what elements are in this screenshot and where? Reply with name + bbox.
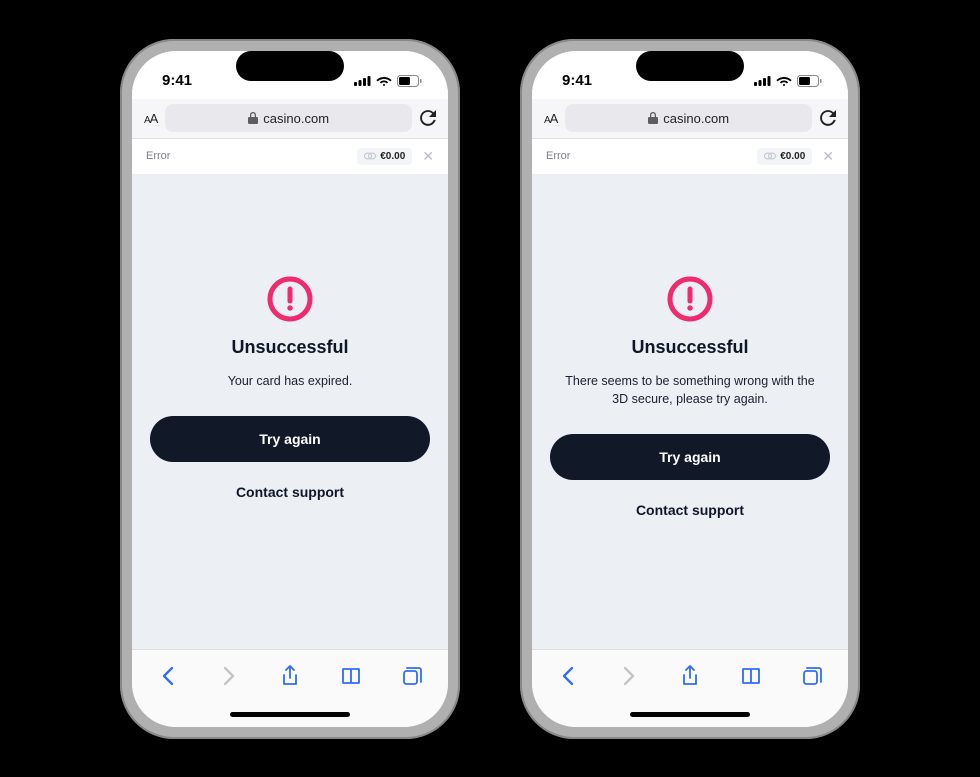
- status-time: 9:41: [162, 72, 192, 89]
- browser-toolbar: [532, 649, 848, 703]
- error-message: Your card has expired.: [218, 372, 363, 390]
- try-again-button[interactable]: Try again: [150, 416, 430, 462]
- device-screen: 9:41 AA casino.com Error €0.00 ✕: [132, 51, 448, 727]
- header-title: Error: [146, 150, 170, 162]
- device-screen: 9:41 AA casino.com Error €0.00 ✕: [532, 51, 848, 727]
- status-indicators: [754, 75, 822, 87]
- close-icon[interactable]: ✕: [822, 148, 834, 165]
- alert-circle-icon: [666, 275, 714, 323]
- error-title: Unsuccessful: [231, 337, 348, 358]
- error-message: There seems to be something wrong with t…: [550, 372, 830, 408]
- url-field[interactable]: casino.com: [565, 104, 812, 132]
- back-button[interactable]: [151, 667, 185, 685]
- contact-support-button[interactable]: Contact support: [236, 484, 344, 500]
- coin-icon: [364, 151, 376, 161]
- device-notch: [236, 51, 344, 81]
- phone-mockup: 9:41 AA casino.com Error €0.00 ✕: [120, 39, 460, 739]
- device-notch: [636, 51, 744, 81]
- url-text: casino.com: [663, 111, 729, 126]
- contact-support-button[interactable]: Contact support: [636, 502, 744, 518]
- reload-icon[interactable]: [420, 110, 436, 126]
- phone-mockup: 9:41 AA casino.com Error €0.00 ✕: [520, 39, 860, 739]
- battery-icon: [797, 75, 822, 87]
- browser-toolbar: [132, 649, 448, 703]
- try-again-button[interactable]: Try again: [550, 434, 830, 480]
- lock-icon: [248, 112, 258, 124]
- reload-icon[interactable]: [820, 110, 836, 126]
- bookmarks-button[interactable]: [334, 667, 368, 685]
- url-text: casino.com: [263, 111, 329, 126]
- url-field[interactable]: casino.com: [165, 104, 412, 132]
- cellular-icon: [354, 75, 371, 86]
- browser-address-bar: AA casino.com: [532, 99, 848, 139]
- tabs-button[interactable]: [395, 666, 429, 686]
- cellular-icon: [754, 75, 771, 86]
- error-title: Unsuccessful: [631, 337, 748, 358]
- balance-chip[interactable]: €0.00: [357, 148, 412, 165]
- balance-chip[interactable]: €0.00: [757, 148, 812, 165]
- close-icon[interactable]: ✕: [422, 148, 434, 165]
- app-header: Error €0.00 ✕: [532, 139, 848, 175]
- share-button[interactable]: [273, 665, 307, 687]
- balance-value: €0.00: [380, 151, 405, 162]
- back-button[interactable]: [551, 667, 585, 685]
- alert-circle-icon: [266, 275, 314, 323]
- balance-value: €0.00: [780, 151, 805, 162]
- status-time: 9:41: [562, 72, 592, 89]
- battery-icon: [397, 75, 422, 87]
- error-panel: Unsuccessful Your card has expired. Try …: [132, 175, 448, 649]
- app-header: Error €0.00 ✕: [132, 139, 448, 175]
- text-size-button[interactable]: AA: [144, 111, 157, 126]
- forward-button[interactable]: [612, 667, 646, 685]
- lock-icon: [648, 112, 658, 124]
- share-button[interactable]: [673, 665, 707, 687]
- wifi-icon: [376, 75, 392, 86]
- tabs-button[interactable]: [795, 666, 829, 686]
- error-panel: Unsuccessful There seems to be something…: [532, 175, 848, 649]
- bookmarks-button[interactable]: [734, 667, 768, 685]
- text-size-button[interactable]: AA: [544, 111, 557, 126]
- status-indicators: [354, 75, 422, 87]
- coin-icon: [764, 151, 776, 161]
- browser-address-bar: AA casino.com: [132, 99, 448, 139]
- header-title: Error: [546, 150, 570, 162]
- wifi-icon: [776, 75, 792, 86]
- home-indicator: [532, 703, 848, 727]
- home-indicator: [132, 703, 448, 727]
- forward-button[interactable]: [212, 667, 246, 685]
